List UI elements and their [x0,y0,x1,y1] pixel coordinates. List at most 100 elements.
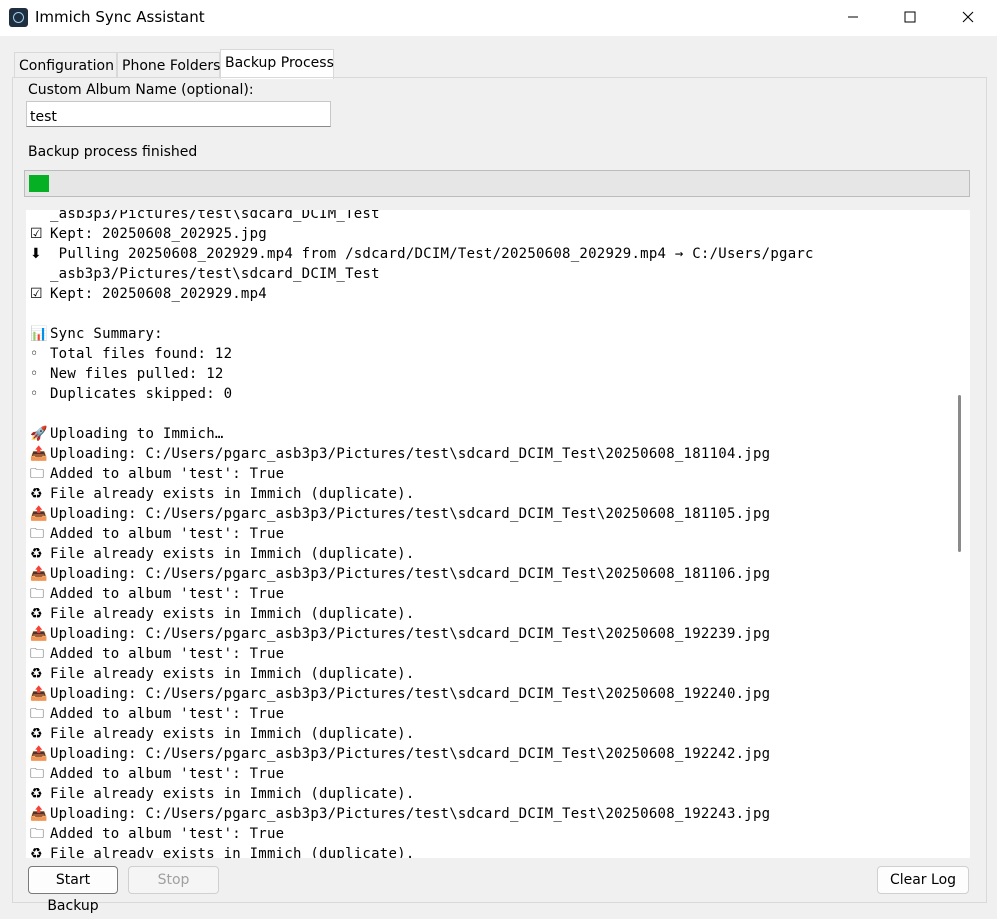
status-label: Backup process finished [28,144,198,160]
log-line-icon: 🗀 [30,766,45,782]
log-line: 📤 Uploading: C:/Users/pgarc_asb3p3/Pictur… [30,564,950,584]
log-line-icon: ☑ [30,286,43,302]
log-line-icon: ◦ [30,386,39,402]
log-line: 📤 Uploading: C:/Users/pgarc_asb3p3/Pictur… [30,504,950,524]
log-line-text: Added to album 'test': True [50,706,285,722]
log-line: ♻ File already exists in Immich (duplicat… [30,844,950,858]
log-line: 🗀 Added to album 'test': True [30,644,950,664]
log-line: 📤 Uploading: C:/Users/pgarc_asb3p3/Pictur… [30,444,950,464]
progress-fill [29,175,49,192]
log-line-icon: ♻ [30,546,43,562]
tab-phone-folders[interactable]: Phone Folders [117,52,220,78]
close-icon [962,11,974,23]
log-line-text: New files pulled: 12 [50,366,224,382]
log-line-text: _asb3p3/Pictures/test\sdcard_DCIM_Test [50,210,380,222]
album-name-label: Custom Album Name (optional): [28,82,254,98]
scrollbar-thumb[interactable] [958,395,961,552]
log-line: ♻ File already exists in Immich (duplicat… [30,784,950,804]
log-line-icon: 🗀 [30,586,45,602]
app-icon [9,8,28,27]
log-line-icon: ◦ [30,366,39,382]
log-line-text: File already exists in Immich (duplicate… [50,846,415,858]
close-button[interactable] [945,0,991,34]
log-line: ♻ File already exists in Immich (duplicat… [30,724,950,744]
log-line-icon: 🗀 [30,646,45,662]
log-line-text: File already exists in Immich (duplicate… [50,786,415,802]
log-line-text: Pulling 20250608_202929.mp4 from /sdcard… [50,246,814,262]
log-line-icon: 📤 [30,686,48,702]
log-line-text: Uploading: C:/Users/pgarc_asb3p3/Picture… [50,446,771,462]
tab-configuration[interactable]: Configuration [14,52,117,78]
log-line-text: Added to album 'test': True [50,826,285,842]
log-line: 📤 Uploading: C:/Users/pgarc_asb3p3/Pictur… [30,804,950,824]
log-line-text: Uploading: C:/Users/pgarc_asb3p3/Picture… [50,506,771,522]
log-line-icon: ♻ [30,846,43,858]
start-backup-button[interactable]: Start Backup [28,866,118,914]
log-line-text: Added to album 'test': True [50,586,285,602]
tab-backup-process[interactable]: Backup Process [220,49,334,79]
log-line-text: File already exists in Immich (duplicate… [50,726,415,742]
log-output[interactable]: _asb3p3/Pictures/test\sdcard_DCIM_Test ☑ K… [26,210,950,858]
log-line-icon: 📤 [30,446,48,462]
log-line: _asb3p3/Pictures/test\sdcard_DCIM_Test [30,210,950,224]
log-line: ◦ Duplicates skipped: 0 [30,384,950,404]
log-line: 🗀 Added to album 'test': True [30,584,950,604]
log-line-text: Duplicates skipped: 0 [50,386,233,402]
log-line-icon: 📤 [30,806,48,822]
log-line-icon: ♻ [30,666,43,682]
log-line: 📤 Uploading: C:/Users/pgarc_asb3p3/Pictur… [30,744,950,764]
window-title: Immich Sync Assistant [35,8,205,26]
log-line: 🗀 Added to album 'test': True [30,524,950,544]
log-line-icon: 🗀 [30,826,45,842]
maximize-button[interactable] [887,0,933,34]
log-line-icon: ⬇ [30,246,42,262]
log-line: _asb3p3/Pictures/test\sdcard_DCIM_Test [30,264,950,284]
log-line-text: Total files found: 12 [50,346,233,362]
log-line-text: Added to album 'test': True [50,526,285,542]
log-line-text: Uploading: C:/Users/pgarc_asb3p3/Picture… [50,746,771,762]
log-line-text: Added to album 'test': True [50,646,285,662]
log-line: ◦ New files pulled: 12 [30,364,950,384]
log-line-icon: 🗀 [30,466,45,482]
log-line-text: Uploading: C:/Users/pgarc_asb3p3/Picture… [50,626,771,642]
clear-log-button[interactable]: Clear Log [877,866,969,894]
log-line-text: Uploading to Immich… [50,426,224,442]
stop-button[interactable]: Stop [128,866,219,894]
log-line-text: File already exists in Immich (duplicate… [50,486,415,502]
log-scrollbar[interactable] [950,210,970,858]
log-line: 🚀 Uploading to Immich… [30,424,950,444]
log-line: 📊 Sync Summary: [30,324,950,344]
log-line: ♻ File already exists in Immich (duplicat… [30,604,950,624]
log-line: 🗀 Added to album 'test': True [30,824,950,844]
maximize-icon [904,11,916,23]
minimize-button[interactable] [830,0,876,34]
progress-bar [24,170,970,197]
log-line-icon: ♻ [30,786,43,802]
log-line: 🗀 Added to album 'test': True [30,464,950,484]
log-line-text: File already exists in Immich (duplicate… [50,666,415,682]
log-line-icon: 🗀 [30,706,45,722]
log-line-text: Uploading: C:/Users/pgarc_asb3p3/Picture… [50,686,771,702]
log-line-icon: ♻ [30,606,43,622]
log-line-icon: 📤 [30,746,48,762]
log-line: ☑ Kept: 20250608_202929.mp4 [30,284,950,304]
log-line-icon: 📤 [30,566,48,582]
log-line-icon: 🗀 [30,526,45,542]
log-line: 📤 Uploading: C:/Users/pgarc_asb3p3/Pictur… [30,684,950,704]
album-name-input[interactable] [26,101,331,127]
log-line-icon: ◦ [30,346,39,362]
log-line: ☑ Kept: 20250608_202925.jpg [30,224,950,244]
log-line-icon: ♻ [30,726,43,742]
log-line-text: _asb3p3/Pictures/test\sdcard_DCIM_Test [50,266,380,282]
log-line-text: Uploading: C:/Users/pgarc_asb3p3/Picture… [50,806,771,822]
log-line: ♻ File already exists in Immich (duplicat… [30,484,950,504]
log-line: ♻ File already exists in Immich (duplicat… [30,544,950,564]
log-line-text: File already exists in Immich (duplicate… [50,546,415,562]
log-line: ⬇ Pulling 20250608_202929.mp4 from /sdca… [30,244,950,264]
log-line: ◦ Total files found: 12 [30,344,950,364]
log-line: 📤 Uploading: C:/Users/pgarc_asb3p3/Pictur… [30,624,950,644]
minimize-icon [848,16,858,18]
log-line-icon: ☑ [30,226,43,242]
